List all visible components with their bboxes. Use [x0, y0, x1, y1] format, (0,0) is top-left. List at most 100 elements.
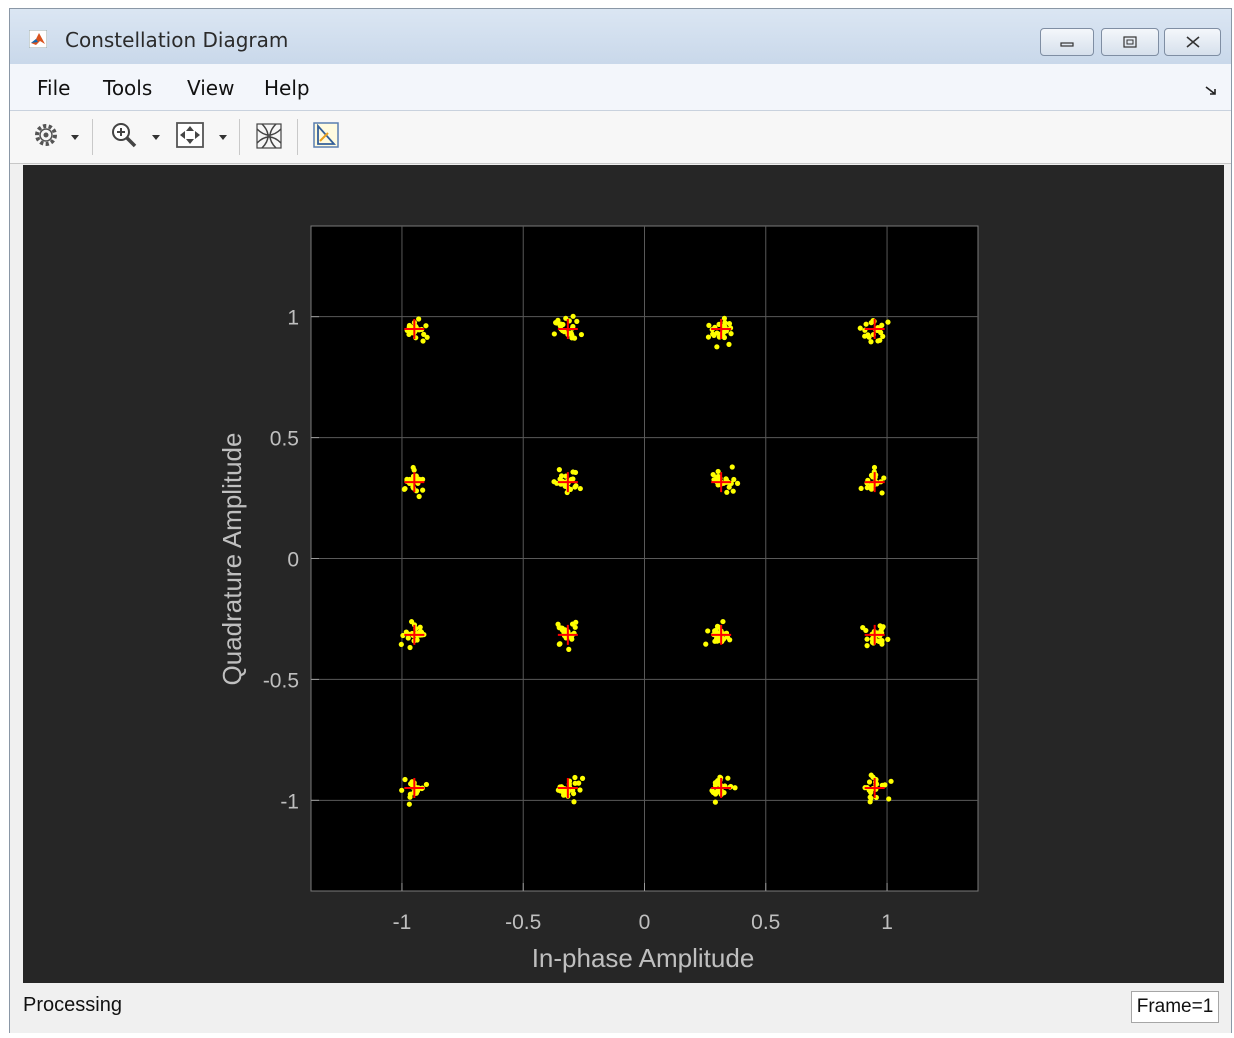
- received-symbol: [551, 331, 557, 337]
- y-tick-label: -0.5: [263, 669, 299, 692]
- received-symbol: [726, 341, 732, 347]
- received-symbol: [863, 321, 869, 327]
- received-symbol: [423, 323, 429, 329]
- frame-counter: Frame=1: [1131, 991, 1219, 1023]
- dropdown-arrow-icon[interactable]: [219, 135, 227, 141]
- title-bar[interactable]: Constellation Diagram: [10, 9, 1231, 64]
- menu-view[interactable]: View: [187, 76, 234, 100]
- received-symbol: [877, 337, 883, 343]
- received-symbol: [885, 636, 891, 642]
- y-tick-labels: 1 0.5 0 -0.5 -1: [263, 307, 299, 814]
- toolbar-separator: [297, 119, 298, 155]
- received-symbol: [721, 790, 727, 796]
- dropdown-arrow-icon[interactable]: [71, 135, 79, 141]
- y-tick-label: 0: [287, 549, 299, 572]
- received-symbol: [411, 467, 417, 473]
- received-symbol: [572, 624, 578, 630]
- menu-bar: File Tools View Help: [10, 64, 1231, 111]
- received-symbol: [727, 637, 733, 643]
- received-symbol: [577, 485, 583, 492]
- received-symbol: [561, 792, 567, 798]
- received-symbol: [714, 344, 720, 350]
- received-symbol: [864, 643, 870, 649]
- received-symbol: [882, 782, 888, 788]
- menu-tools[interactable]: Tools: [103, 76, 152, 100]
- received-symbol: [557, 323, 563, 329]
- received-symbol: [868, 772, 874, 778]
- x-tick-label: 0: [639, 911, 651, 934]
- received-symbol: [572, 469, 579, 476]
- received-symbol: [721, 322, 727, 328]
- received-symbol: [728, 331, 734, 337]
- received-symbol: [710, 471, 716, 478]
- gear-icon[interactable]: [32, 121, 60, 149]
- measurements-icon[interactable]: [312, 121, 340, 149]
- received-symbol: [406, 322, 413, 329]
- received-symbol: [714, 330, 720, 336]
- received-symbol: [871, 464, 878, 471]
- received-symbol: [715, 473, 721, 480]
- received-symbol: [401, 486, 407, 492]
- received-symbol: [857, 325, 863, 331]
- toolbar-separator: [239, 119, 240, 155]
- received-symbol: [705, 334, 712, 340]
- dock-arrow-icon[interactable]: [1205, 86, 1217, 96]
- plot-panel: -1 -0.5 0 0.5 1 1 0.5 0 -0.5 -1 In-phase Amplitu…: [23, 165, 1224, 983]
- received-symbol: [578, 331, 585, 338]
- received-symbol: [729, 464, 735, 470]
- received-symbol: [556, 641, 562, 647]
- x-tick-label: -1: [393, 911, 412, 934]
- status-text: Processing: [23, 994, 122, 1016]
- received-symbol: [553, 320, 559, 326]
- received-symbol: [556, 467, 562, 473]
- received-symbol: [879, 322, 885, 328]
- minimize-icon: [1060, 42, 1074, 47]
- y-tick-label: 1: [287, 307, 299, 330]
- received-symbol: [559, 627, 566, 633]
- menu-file[interactable]: File: [37, 76, 70, 100]
- received-symbol: [724, 489, 730, 495]
- received-symbol: [423, 781, 430, 788]
- received-symbol: [886, 796, 892, 802]
- minimize-button[interactable]: [1040, 28, 1094, 56]
- received-symbol: [398, 641, 404, 648]
- dropdown-arrow-icon[interactable]: [152, 135, 160, 141]
- close-icon: [1185, 36, 1200, 48]
- received-symbol: [878, 627, 884, 634]
- constellation-reference-icon[interactable]: [254, 121, 284, 151]
- received-symbol: [573, 483, 579, 489]
- received-symbol: [570, 476, 576, 482]
- x-tick-label: 1: [881, 911, 893, 934]
- close-button[interactable]: [1164, 28, 1221, 56]
- status-bar: Processing Frame=1: [10, 983, 1231, 1033]
- received-symbol: [703, 641, 709, 647]
- received-symbol: [571, 799, 577, 805]
- received-symbol: [705, 628, 711, 634]
- constellation-plot[interactable]: -1 -0.5 0 0.5 1 1 0.5 0 -0.5 -1 In-phase Amplitu…: [23, 165, 1224, 983]
- toolbar-separator: [92, 119, 93, 155]
- fit-to-view-icon[interactable]: [175, 121, 205, 149]
- received-symbol: [863, 627, 869, 634]
- received-symbol: [421, 331, 427, 337]
- received-symbol: [879, 490, 885, 496]
- received-symbol: [399, 787, 405, 793]
- received-symbol: [726, 484, 732, 490]
- received-symbol: [570, 313, 576, 319]
- x-tick-label: 0.5: [751, 911, 780, 934]
- maximize-icon: [1123, 36, 1137, 48]
- received-symbol: [555, 621, 561, 627]
- received-symbol: [864, 636, 870, 642]
- received-symbol: [712, 628, 718, 634]
- maximize-button[interactable]: [1101, 28, 1159, 56]
- received-symbol: [888, 778, 894, 784]
- received-symbol: [574, 318, 580, 324]
- menu-help[interactable]: Help: [264, 76, 310, 100]
- received-symbol: [868, 795, 874, 801]
- received-symbol: [712, 780, 718, 786]
- received-symbol: [712, 799, 718, 805]
- received-symbol: [407, 644, 413, 651]
- received-symbol: [714, 638, 720, 644]
- constellation-window: Constellation Diagram File Tools View He…: [9, 8, 1232, 1033]
- x-axis-label: In-phase Amplitude: [532, 943, 755, 973]
- zoom-in-icon[interactable]: [110, 121, 138, 149]
